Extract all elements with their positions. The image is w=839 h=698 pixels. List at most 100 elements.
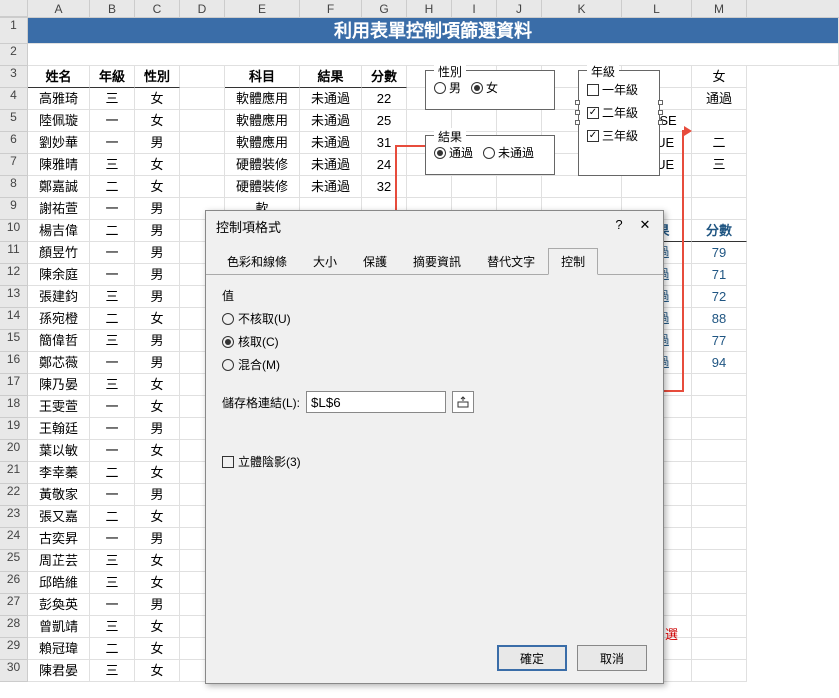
cell-name[interactable]: 陳乃晏 bbox=[28, 374, 90, 396]
opt-unchecked[interactable]: 不核取(U) bbox=[222, 310, 647, 327]
row-header[interactable]: 19 bbox=[0, 418, 28, 440]
cell-sex[interactable]: 女 bbox=[135, 88, 180, 110]
row-header[interactable]: 6 bbox=[0, 132, 28, 154]
cell-M[interactable]: 88 bbox=[692, 308, 747, 330]
row-header[interactable]: 27 bbox=[0, 594, 28, 616]
cell-name[interactable]: 孫宛橙 bbox=[28, 308, 90, 330]
cell-M[interactable]: 二 bbox=[692, 132, 747, 154]
cell-name[interactable]: 李幸蓁 bbox=[28, 462, 90, 484]
opt-checked[interactable]: 核取(C) bbox=[222, 333, 647, 350]
cell-M[interactable] bbox=[692, 484, 747, 506]
cell-grade[interactable]: 二 bbox=[90, 220, 135, 242]
cell-grade[interactable]: 一 bbox=[90, 418, 135, 440]
row-header[interactable]: 23 bbox=[0, 506, 28, 528]
cell-M[interactable]: 三 bbox=[692, 154, 747, 176]
cell-sex[interactable]: 男 bbox=[135, 220, 180, 242]
cell-subject[interactable]: 軟體應用 bbox=[225, 88, 300, 110]
cell-name[interactable]: 鄭芯薇 bbox=[28, 352, 90, 374]
cell-sex[interactable]: 女 bbox=[135, 462, 180, 484]
row-header[interactable]: 22 bbox=[0, 484, 28, 506]
cell-subject[interactable]: 軟體應用 bbox=[225, 132, 300, 154]
cell-result[interactable]: 未通過 bbox=[300, 154, 362, 176]
cell-grade[interactable]: 三 bbox=[90, 88, 135, 110]
row-header[interactable]: 2 bbox=[0, 44, 28, 66]
col-header[interactable]: C bbox=[135, 0, 180, 17]
cell-name[interactable]: 鄭嘉誠 bbox=[28, 176, 90, 198]
row-header[interactable]: 10 bbox=[0, 220, 28, 242]
cell-grade[interactable]: 三 bbox=[90, 330, 135, 352]
cell-sex[interactable]: 男 bbox=[135, 594, 180, 616]
hdr-sex[interactable]: 性別 bbox=[135, 66, 180, 88]
row-header[interactable]: 20 bbox=[0, 440, 28, 462]
result-radio-pass[interactable]: 通過 bbox=[434, 144, 473, 161]
row-header[interactable]: 17 bbox=[0, 374, 28, 396]
row-header[interactable]: 9 bbox=[0, 198, 28, 220]
row-header[interactable]: 26 bbox=[0, 572, 28, 594]
cell-sex[interactable]: 女 bbox=[135, 396, 180, 418]
cell-grade[interactable]: 一 bbox=[90, 440, 135, 462]
cell-sex[interactable]: 男 bbox=[135, 330, 180, 352]
cell-K[interactable] bbox=[542, 176, 622, 198]
cell-grade[interactable]: 二 bbox=[90, 176, 135, 198]
cell-sex[interactable]: 女 bbox=[135, 660, 180, 682]
cell-grade[interactable]: 二 bbox=[90, 462, 135, 484]
tab-alttext[interactable]: 替代文字 bbox=[474, 248, 548, 275]
grade-check-2[interactable]: 二年級 bbox=[587, 104, 651, 121]
cell-grade[interactable]: 一 bbox=[90, 352, 135, 374]
row-header[interactable]: 24 bbox=[0, 528, 28, 550]
hdr-name[interactable]: 姓名 bbox=[28, 66, 90, 88]
cell-name[interactable]: 陳君晏 bbox=[28, 660, 90, 682]
sex-groupbox[interactable]: 性別 男 女 bbox=[425, 70, 555, 110]
cell-score[interactable]: 24 bbox=[362, 154, 407, 176]
cell-sex[interactable]: 女 bbox=[135, 550, 180, 572]
sex-radio-female[interactable]: 女 bbox=[471, 79, 498, 96]
row-header[interactable]: 4 bbox=[0, 88, 28, 110]
cell-M[interactable]: 通過 bbox=[692, 88, 747, 110]
cell-sex[interactable]: 男 bbox=[135, 132, 180, 154]
cell-name[interactable]: 王雯萱 bbox=[28, 396, 90, 418]
cell-name[interactable]: 賴冠瑋 bbox=[28, 638, 90, 660]
row-header[interactable]: 28 bbox=[0, 616, 28, 638]
cell-sex[interactable]: 女 bbox=[135, 506, 180, 528]
row-header[interactable]: 14 bbox=[0, 308, 28, 330]
cell-name[interactable]: 周芷芸 bbox=[28, 550, 90, 572]
col-header[interactable]: I bbox=[452, 0, 497, 17]
cell-M[interactable] bbox=[692, 594, 747, 616]
cell-M[interactable] bbox=[692, 572, 747, 594]
cell-sex[interactable]: 男 bbox=[135, 352, 180, 374]
title-cell[interactable]: 利用表單控制項篩選資料 bbox=[28, 18, 839, 44]
col-header[interactable]: F bbox=[300, 0, 362, 17]
cell-grade[interactable]: 一 bbox=[90, 396, 135, 418]
cell-name[interactable]: 劉妙華 bbox=[28, 132, 90, 154]
cell-M[interactable]: 72 bbox=[692, 286, 747, 308]
cell-name[interactable]: 張建鈞 bbox=[28, 286, 90, 308]
row-header[interactable]: 11 bbox=[0, 242, 28, 264]
help-button[interactable]: ? bbox=[611, 217, 627, 236]
cell-score[interactable]: 31 bbox=[362, 132, 407, 154]
row-header[interactable]: 1 bbox=[0, 18, 28, 44]
cell-grade[interactable]: 一 bbox=[90, 264, 135, 286]
cell-name[interactable]: 顏昱竹 bbox=[28, 242, 90, 264]
cell-sex[interactable]: 男 bbox=[135, 286, 180, 308]
hdr-result[interactable]: 結果 bbox=[300, 66, 362, 88]
grade-check-1[interactable]: 一年級 bbox=[587, 81, 651, 98]
row-header[interactable]: 30 bbox=[0, 660, 28, 682]
row-header[interactable]: 21 bbox=[0, 462, 28, 484]
cell-M[interactable] bbox=[692, 418, 747, 440]
cell-M[interactable] bbox=[692, 198, 747, 220]
cell-result[interactable]: 未通過 bbox=[300, 110, 362, 132]
close-button[interactable]: ✕ bbox=[637, 217, 653, 236]
cell-grade[interactable]: 一 bbox=[90, 110, 135, 132]
cell-sex[interactable]: 男 bbox=[135, 418, 180, 440]
cell-M[interactable] bbox=[692, 440, 747, 462]
row-header[interactable]: 5 bbox=[0, 110, 28, 132]
cell-subject[interactable]: 硬體裝修 bbox=[225, 176, 300, 198]
col-header[interactable]: H bbox=[407, 0, 452, 17]
cell-grade[interactable]: 三 bbox=[90, 374, 135, 396]
cancel-button[interactable]: 取消 bbox=[577, 645, 647, 671]
cell-grade[interactable]: 三 bbox=[90, 572, 135, 594]
cell-name[interactable]: 葉以敏 bbox=[28, 440, 90, 462]
col-header[interactable]: E bbox=[225, 0, 300, 17]
cell-name[interactable]: 高雅琦 bbox=[28, 88, 90, 110]
cell-grade[interactable]: 三 bbox=[90, 286, 135, 308]
